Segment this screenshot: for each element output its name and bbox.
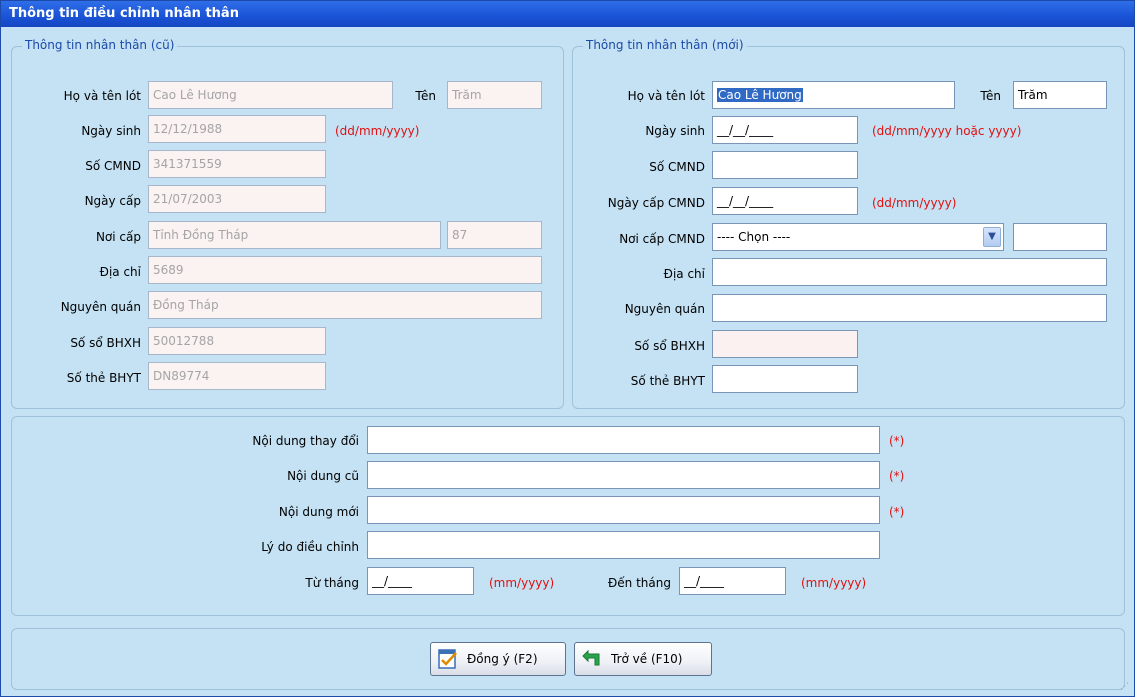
old-info-legend: Thông tin nhân thân (cũ)	[22, 38, 178, 52]
den-thang-label: Đến tháng	[608, 576, 671, 590]
new-noi-cap-code-input[interactable]	[1013, 223, 1107, 251]
new-noi-cap-selected: ---- Chọn ----	[717, 230, 791, 244]
new-ngay-cap-label: Ngày cấp CMND	[607, 196, 705, 210]
back-button-label: Trở về (F10)	[611, 652, 683, 666]
new-so-bhyt-input[interactable]	[712, 365, 858, 393]
old-noi-cap-code-field: 87	[447, 221, 542, 249]
new-so-bhxh-label: Số sổ BHXH	[634, 339, 705, 353]
new-ngay-cap-input[interactable]: __/__/____	[712, 187, 858, 215]
den-thang-input[interactable]: __/____	[679, 567, 786, 595]
ok-button-label: Đồng ý (F2)	[467, 652, 538, 666]
new-ten-input[interactable]: Trăm	[1013, 81, 1107, 109]
noi-dung-thay-doi-required: (*)	[889, 434, 905, 448]
tu-thang-label: Từ tháng	[305, 576, 359, 590]
noi-dung-thay-doi-input[interactable]	[367, 426, 880, 454]
old-ten-label: Tên	[415, 89, 436, 103]
old-noi-cap-field: Tỉnh Đồng Tháp	[148, 221, 441, 249]
button-bar-group	[11, 628, 1125, 690]
den-thang-hint: (mm/yyyy)	[801, 576, 867, 590]
new-ngay-sinh-input[interactable]: __/__/____	[712, 116, 858, 144]
new-nguyen-quan-input[interactable]	[712, 294, 1107, 322]
old-cmnd-label: Số CMND	[85, 159, 141, 173]
old-nguyen-quan-label: Nguyên quán	[60, 300, 141, 314]
old-ngay-cap-label: Ngày cấp	[84, 194, 141, 208]
window-title: Thông tin điều chỉnh nhân thân	[1, 1, 1134, 27]
noi-dung-moi-label: Nội dung mới	[278, 505, 359, 519]
new-ngay-sinh-label: Ngày sinh	[645, 124, 705, 138]
old-ngay-cap-field: 21/07/2003	[148, 185, 326, 213]
old-ngay-sinh-hint: (dd/mm/yyyy)	[335, 124, 420, 138]
old-dia-chi-field: 5689	[148, 256, 542, 284]
old-cmnd-field: 341371559	[148, 150, 326, 178]
noi-dung-thay-doi-label: Nội dung thay đổi	[252, 434, 359, 448]
noi-dung-cu-required: (*)	[889, 469, 905, 483]
old-dia-chi-label: Địa chỉ	[99, 265, 141, 279]
new-ho-ten-lot-label: Họ và tên lót	[627, 89, 705, 103]
old-so-bhxh-label: Số sổ BHXH	[70, 336, 141, 350]
ly-do-dieu-chinh-label: Lý do điều chỉnh	[261, 540, 359, 554]
old-ngay-sinh-field: 12/12/1988	[148, 115, 326, 143]
new-so-bhyt-label: Số thẻ BHYT	[630, 374, 705, 388]
ok-button[interactable]: Đồng ý (F2)	[430, 642, 566, 676]
tu-thang-input[interactable]: __/____	[367, 567, 474, 595]
old-so-bhxh-field: 50012788	[148, 327, 326, 355]
tu-thang-hint: (mm/yyyy)	[489, 576, 555, 590]
new-ho-ten-lot-input[interactable]: Cao Lê Hương	[712, 81, 955, 109]
new-so-bhxh-input[interactable]	[712, 330, 858, 358]
new-dia-chi-label: Địa chỉ	[663, 267, 705, 281]
new-cmnd-label: Số CMND	[649, 160, 705, 174]
old-so-bhyt-field: DN89774	[148, 362, 326, 390]
back-button[interactable]: Trở về (F10)	[574, 642, 712, 676]
new-cmnd-input[interactable]	[712, 151, 858, 179]
old-ngay-sinh-label: Ngày sinh	[81, 124, 141, 138]
new-ho-ten-lot-value: Cao Lê Hương	[717, 88, 803, 102]
old-ten-field: Trăm	[447, 81, 542, 109]
new-ten-label: Tên	[980, 89, 1001, 103]
noi-dung-moi-required: (*)	[889, 505, 905, 519]
ly-do-dieu-chinh-input[interactable]	[367, 531, 880, 559]
return-arrow-icon	[581, 648, 603, 670]
old-ho-ten-lot-field: Cao Lê Hương	[148, 81, 393, 109]
noi-dung-moi-input[interactable]	[367, 496, 880, 524]
new-noi-cap-label: Nơi cấp CMND	[619, 232, 705, 246]
old-ho-ten-lot-label: Họ và tên lót	[63, 89, 141, 103]
noi-dung-cu-label: Nội dung cũ	[287, 469, 359, 483]
new-info-legend: Thông tin nhân thân (mới)	[583, 38, 747, 52]
chevron-down-icon[interactable]: ▼	[983, 227, 1001, 247]
new-nguyen-quan-label: Nguyên quán	[624, 302, 705, 316]
noi-dung-cu-input[interactable]	[367, 461, 880, 489]
new-dia-chi-input[interactable]	[712, 258, 1107, 286]
new-ngay-cap-hint: (dd/mm/yyyy)	[872, 196, 957, 210]
old-so-bhyt-label: Số thẻ BHYT	[66, 371, 141, 385]
new-ngay-sinh-hint: (dd/mm/yyyy hoặc yyyy)	[872, 124, 1022, 138]
old-noi-cap-label: Nơi cấp	[95, 230, 141, 244]
dialog-window: Thông tin điều chỉnh nhân thân Thông tin…	[0, 0, 1135, 697]
resize-grip[interactable]: ⋰	[1120, 682, 1132, 694]
new-noi-cap-select[interactable]: ---- Chọn ---- ▼	[712, 223, 1004, 251]
old-nguyen-quan-field: Đồng Tháp	[148, 291, 542, 319]
checklist-icon	[437, 648, 459, 670]
